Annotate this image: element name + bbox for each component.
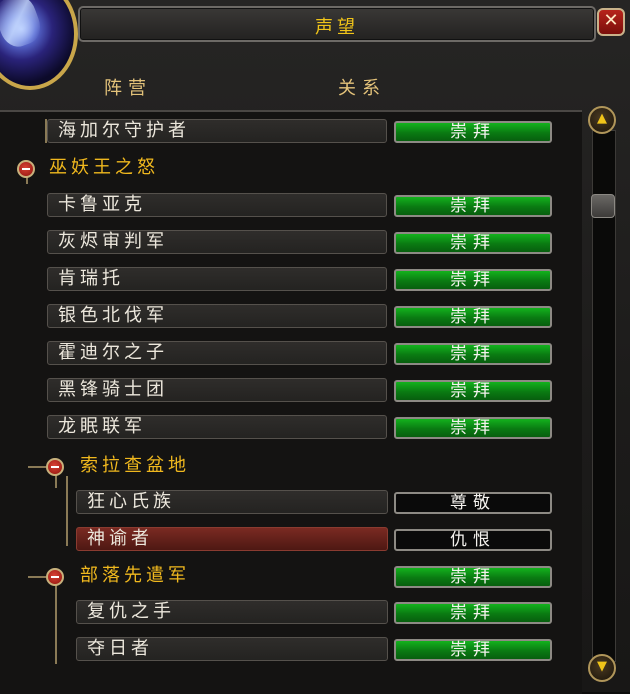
tree-tick — [28, 576, 46, 578]
scroll-thumb[interactable] — [591, 194, 615, 218]
faction-name: 神谕者 — [76, 527, 388, 551]
scrollbar[interactable]: ▲ ▼ — [586, 106, 620, 684]
collapse-icon[interactable] — [46, 458, 64, 476]
faction-name: 灰烬审判军 — [47, 230, 387, 254]
list-item[interactable]: 肯瑞托 崇拜 — [0, 264, 582, 294]
standing-bar: 崇拜 — [394, 121, 552, 143]
faction-name: 银色北伐军 — [47, 304, 387, 328]
subcategory-label: 索拉查盆地 — [80, 455, 190, 476]
list-item-selected[interactable]: 神谕者 仇恨 — [0, 524, 582, 554]
subcategory-label: 部落先遣军 — [80, 565, 190, 586]
tree-tick — [28, 466, 46, 468]
faction-name: 夺日者 — [76, 637, 388, 661]
faction-name: 龙眠联军 — [47, 415, 387, 439]
standing-bar: 崇拜 — [394, 343, 552, 365]
standing-bar: 崇拜 — [394, 306, 552, 328]
portrait-icon — [0, 0, 78, 90]
standing-bar: 崇拜 — [394, 232, 552, 254]
list-item[interactable]: 海加尔守护者 崇拜 — [0, 116, 582, 146]
standing-bar: 崇拜 — [394, 380, 552, 402]
column-header-standing[interactable]: 关系 — [338, 74, 386, 100]
faction-name: 狂心氏族 — [76, 490, 388, 514]
list-item[interactable]: 复仇之手 崇拜 — [0, 597, 582, 627]
collapse-icon[interactable] — [46, 568, 64, 586]
standing-bar: 崇拜 — [394, 269, 552, 291]
list-item[interactable]: 卡鲁亚克 崇拜 — [0, 190, 582, 220]
list-item[interactable]: 黑锋骑士团 崇拜 — [0, 375, 582, 405]
reputation-window: 声望 ✕ 阵营 关系 海加尔守护者 崇拜 巫妖王之怒 卡鲁亚克 崇拜 灰烬审判军… — [0, 0, 630, 694]
faction-name: 肯瑞托 — [47, 267, 387, 291]
standing-bar: 崇拜 — [394, 195, 552, 217]
standing-bar: 崇拜 — [394, 639, 552, 661]
list-item[interactable]: 银色北伐军 崇拜 — [0, 301, 582, 331]
standing-bar: 仇恨 — [394, 529, 552, 551]
faction-name: 海加尔守护者 — [47, 119, 387, 143]
list-item[interactable]: 夺日者 崇拜 — [0, 634, 582, 664]
category-header[interactable]: 巫妖王之怒 — [0, 153, 582, 183]
window-title: 声望 — [315, 17, 359, 38]
scroll-up-icon[interactable]: ▲ — [588, 106, 616, 134]
list-item[interactable]: 霍迪尔之子 崇拜 — [0, 338, 582, 368]
faction-name: 霍迪尔之子 — [47, 341, 387, 365]
category-label: 巫妖王之怒 — [49, 157, 159, 178]
list-item[interactable]: 狂心氏族 尊敬 — [0, 487, 582, 517]
list-item[interactable]: 灰烬审判军 崇拜 — [0, 227, 582, 257]
close-button[interactable]: ✕ — [597, 8, 625, 36]
standing-bar: 崇拜 — [394, 602, 552, 624]
standing-bar: 尊敬 — [394, 492, 552, 514]
scroll-down-icon[interactable]: ▼ — [588, 654, 616, 682]
faction-name: 黑锋骑士团 — [47, 378, 387, 402]
standing-bar: 崇拜 — [394, 566, 552, 588]
faction-name: 复仇之手 — [76, 600, 388, 624]
subcategory-header[interactable]: 索拉查盆地 — [0, 451, 582, 481]
collapse-icon[interactable] — [17, 160, 35, 178]
subcategory-header[interactable]: 部落先遣军 崇拜 — [0, 561, 582, 591]
faction-name: 卡鲁亚克 — [47, 193, 387, 217]
title-bar[interactable]: 声望 — [78, 6, 596, 42]
standing-bar: 崇拜 — [394, 417, 552, 439]
list-item[interactable]: 龙眠联军 崇拜 — [0, 412, 582, 442]
portrait-glow — [0, 0, 46, 52]
column-header-faction[interactable]: 阵营 — [104, 74, 152, 100]
